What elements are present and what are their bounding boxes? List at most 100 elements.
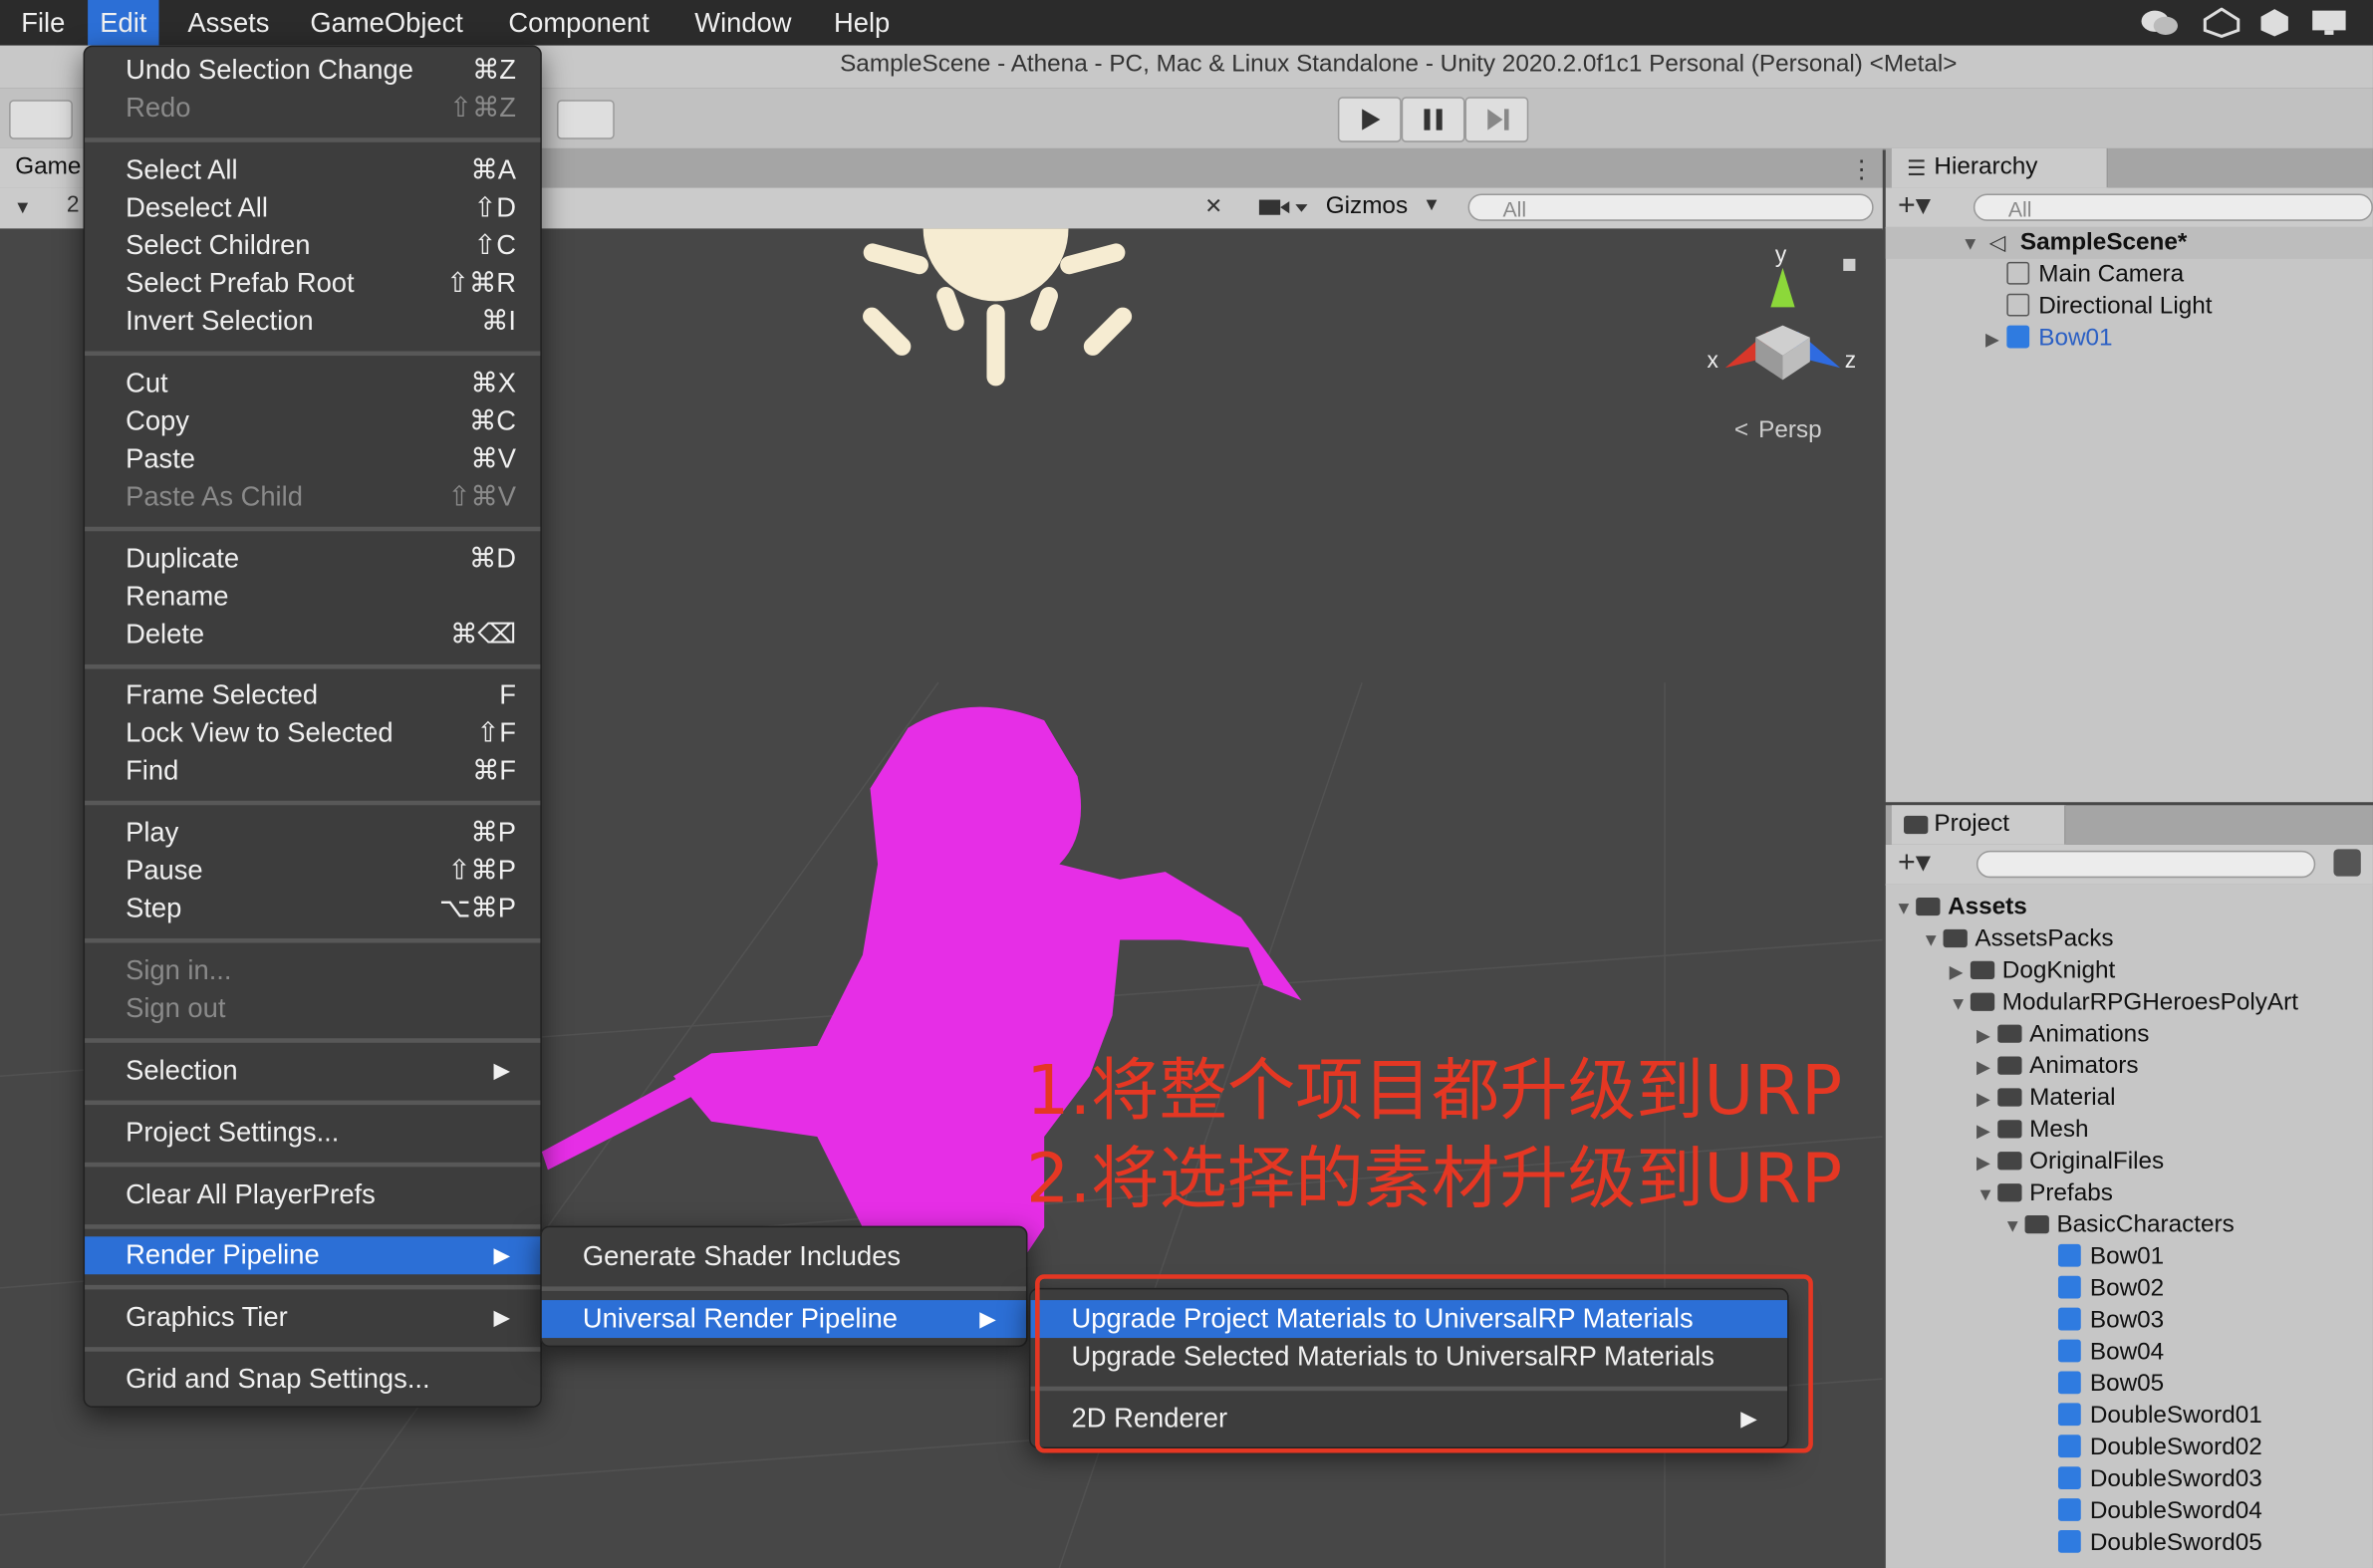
collapse-triangle-icon[interactable]: ▶ — [1977, 1020, 1997, 1052]
tree-row-prefab[interactable]: Bow03 — [2057, 1305, 2164, 1337]
maximize-tool-button[interactable] — [9, 100, 73, 139]
menu-item-select-prefab-root[interactable]: Select Prefab Root ⇧⌘R — [85, 265, 540, 303]
tree-row-prefab[interactable]: DoubleSword04 — [2057, 1495, 2262, 1527]
expand-triangle-icon[interactable]: ▼ — [1950, 988, 1971, 1020]
tab-project[interactable]: Project — [1891, 805, 2066, 845]
display-dropdown[interactable]: ▼ — [6, 193, 39, 220]
menu-item-select-children[interactable]: Select Children ⇧C — [85, 227, 540, 265]
tree-row-prefab[interactable]: Bow04 — [2057, 1337, 2164, 1369]
tree-row-material[interactable]: ▶ Material — [1977, 1082, 2116, 1114]
scene-search-input[interactable]: All — [1467, 193, 1874, 221]
menu-item-rename[interactable]: Rename — [85, 578, 540, 616]
expand-triangle-icon[interactable]: ▼ — [1895, 893, 1916, 924]
tree-row-directional-light[interactable]: Directional Light — [2006, 291, 2213, 323]
gizmos-dropdown[interactable]: Gizmos — [1320, 190, 1415, 223]
persp-label[interactable]: Persp — [1758, 416, 1821, 443]
collapse-triangle-icon[interactable]: ▶ — [1950, 956, 1971, 988]
panel-menu-icon[interactable]: ⋮ — [1849, 154, 1873, 184]
tree-row-prefab[interactable]: DoubleSword05 — [2057, 1527, 2262, 1559]
menu-item-select-all[interactable]: Select All ⌘A — [85, 151, 540, 189]
menu-item-step[interactable]: Step ⌥⌘P — [85, 890, 540, 927]
menu-assets[interactable]: Assets — [175, 0, 281, 46]
tree-row-bow01[interactable]: ▶ Bow01 — [1985, 323, 2113, 356]
tree-row-prefabs[interactable]: ▼ Prefabs — [1977, 1177, 2113, 1209]
tree-row-animators[interactable]: ▶ Animators — [1977, 1050, 2139, 1082]
tree-row-prefab[interactable]: DoubleSword02 — [2057, 1432, 2262, 1463]
wechat-icon[interactable] — [2140, 8, 2179, 38]
tree-row-originalfiles[interactable]: ▶ OriginalFiles — [1977, 1146, 2164, 1177]
menu-item-deselect-all[interactable]: Deselect All ⇧D — [85, 189, 540, 227]
step-button[interactable] — [1464, 97, 1529, 142]
menu-item-cut[interactable]: Cut ⌘X — [85, 365, 540, 402]
menu-item-universal-render-pipeline[interactable]: Universal Render Pipeline ▶ — [541, 1300, 1026, 1339]
menu-item-duplicate[interactable]: Duplicate ⌘D — [85, 540, 540, 578]
unity-icon[interactable] — [2202, 7, 2241, 38]
menu-item-pause[interactable]: Pause ⇧⌘P — [85, 852, 540, 890]
menu-file[interactable]: File — [9, 0, 77, 46]
camera-dropdown[interactable] — [1256, 195, 1311, 219]
menu-item-frame-selected[interactable]: Frame Selected F — [85, 676, 540, 714]
tree-row-animations[interactable]: ▶ Animations — [1977, 1018, 2149, 1050]
menu-edit[interactable]: Edit — [88, 0, 159, 46]
menu-item-play[interactable]: Play ⌘P — [85, 814, 540, 852]
orientation-gizmo[interactable] — [1724, 267, 1841, 381]
collapse-triangle-icon[interactable]: ▶ — [1977, 1052, 1997, 1084]
expand-triangle-icon[interactable]: ▼ — [1977, 1179, 1997, 1211]
menu-item-copy[interactable]: Copy ⌘C — [85, 402, 540, 440]
menu-item-render-pipeline[interactable]: Render Pipeline ▶ — [85, 1236, 541, 1275]
menu-item-project-settings[interactable]: Project Settings... — [85, 1114, 540, 1152]
menu-item-paste[interactable]: Paste ⌘V — [85, 440, 540, 478]
tree-row-dogknight[interactable]: ▶ DogKnight — [1950, 955, 2116, 987]
menu-item-invert-selection[interactable]: Invert Selection ⌘I — [85, 303, 540, 341]
expand-triangle-icon[interactable]: ▼ — [1922, 924, 1943, 956]
menu-item-selection[interactable]: Selection ▶ — [85, 1052, 540, 1090]
menu-item-graphics-tier[interactable]: Graphics Tier ▶ — [85, 1299, 540, 1337]
filter-by-type-icon[interactable] — [2333, 849, 2361, 877]
display-icon[interactable] — [2309, 8, 2348, 38]
gizmos-chevron-icon[interactable]: ▼ — [1423, 193, 1441, 214]
tree-row-prefab[interactable]: Bow01 — [2057, 1241, 2164, 1273]
collapse-triangle-icon[interactable]: ▶ — [1977, 1116, 1997, 1148]
menu-item-generate-shader-includes[interactable]: Generate Shader Includes — [542, 1238, 1026, 1276]
cloud-box-icon[interactable] — [2254, 8, 2293, 38]
menu-item-undo[interactable]: Undo Selection Change ⌘Z — [85, 52, 540, 90]
tree-row-prefab[interactable]: DoubleSword03 — [2057, 1463, 2262, 1495]
menu-item-clear-playerprefs[interactable]: Clear All PlayerPrefs — [85, 1176, 540, 1213]
tree-row-prefab[interactable]: Bow05 — [2057, 1368, 2164, 1400]
create-dropdown[interactable]: +▾ — [1898, 189, 1931, 222]
pause-button[interactable] — [1401, 97, 1465, 142]
expand-triangle-icon[interactable]: ▼ — [2003, 1210, 2024, 1242]
tools-icon[interactable]: ✕ — [1204, 193, 1240, 220]
menu-window[interactable]: Window — [682, 0, 804, 46]
tab-hierarchy[interactable]: ☰ Hierarchy — [1891, 147, 2109, 188]
menu-gameobject[interactable]: GameObject — [298, 0, 475, 46]
menu-item-grid-snap-settings[interactable]: Grid and Snap Settings... — [85, 1361, 540, 1399]
collapse-triangle-icon[interactable]: ▶ — [1985, 324, 2006, 356]
scene-mode-partial[interactable]: 2 — [67, 192, 80, 218]
menu-help[interactable]: Help — [822, 0, 903, 46]
tab-game[interactable]: Game — [0, 147, 90, 188]
hierarchy-search-input[interactable]: All — [1973, 193, 2373, 221]
tree-row-basiccharacters[interactable]: ▼ BasicCharacters — [2003, 1209, 2234, 1241]
menu-component[interactable]: Component — [496, 0, 661, 46]
project-search-input[interactable] — [1976, 850, 2316, 879]
tree-row-modular-rpg[interactable]: ▼ ModularRPGHeroesPolyArt — [1950, 987, 2298, 1019]
expand-triangle-icon[interactable]: ▼ — [1962, 228, 1982, 260]
menu-item-delete[interactable]: Delete ⌘⌫ — [85, 616, 540, 653]
collapse-triangle-icon[interactable]: ▶ — [1977, 1084, 1997, 1116]
tree-row-prefab[interactable]: Bow02 — [2057, 1273, 2164, 1305]
tree-row-main-camera[interactable]: Main Camera — [2006, 259, 2184, 291]
tree-row-scene[interactable]: ▼ ◁ SampleScene* — [1962, 227, 2188, 259]
persp-chevron-icon[interactable]: < — [1734, 416, 1748, 443]
play-button[interactable] — [1337, 97, 1402, 142]
tree-row-mesh[interactable]: ▶ Mesh — [1977, 1114, 2089, 1146]
collapse-triangle-icon[interactable]: ▶ — [1977, 1148, 1997, 1179]
lock-icon[interactable] — [1843, 258, 1856, 271]
directional-light-sun-icon[interactable] — [859, 228, 1136, 387]
menu-item-find[interactable]: Find ⌘F — [85, 752, 540, 790]
menu-item-lock-view[interactable]: Lock View to Selected ⇧F — [85, 714, 540, 752]
tree-row-assetspacks[interactable]: ▼ AssetsPacks — [1922, 923, 2113, 955]
tree-row-assets[interactable]: ▼ Assets — [1895, 892, 2027, 923]
tree-row-prefab[interactable]: DoubleSword01 — [2057, 1400, 2262, 1432]
create-dropdown[interactable]: +▾ — [1898, 846, 1931, 879]
